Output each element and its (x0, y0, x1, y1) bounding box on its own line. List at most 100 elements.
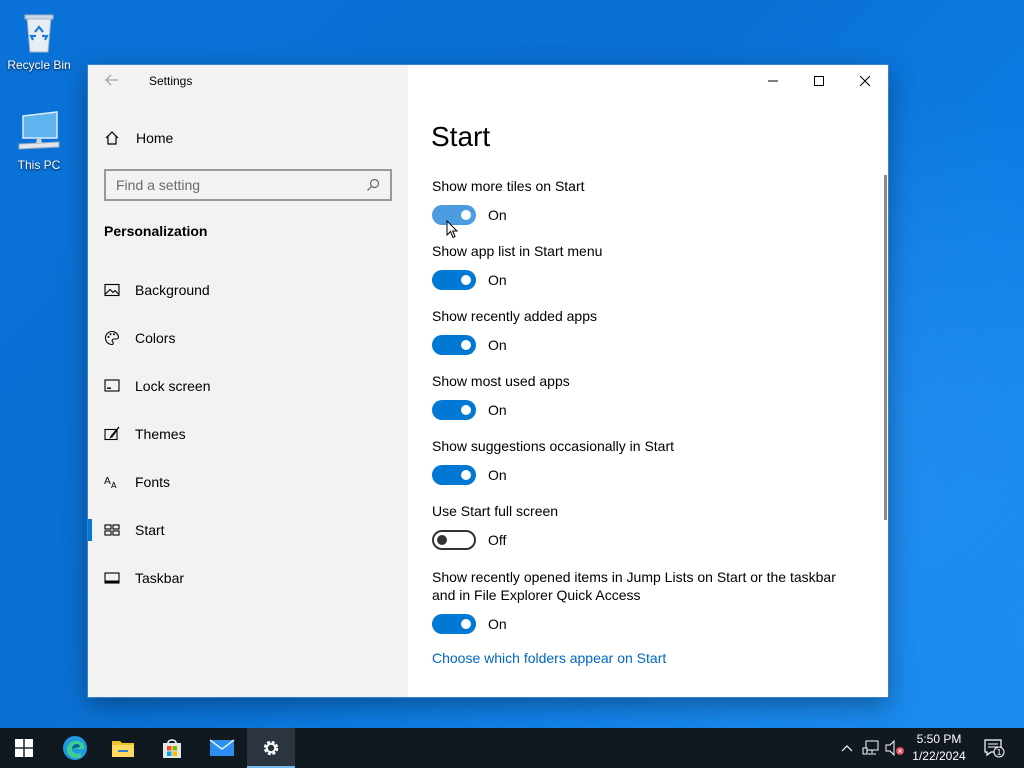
taskbar-clock[interactable]: 5:50 PM 1/22/2024 (906, 731, 972, 765)
setting-show-suggestions: Show suggestions occasionally in Start O… (432, 437, 852, 485)
toggle-switch[interactable] (432, 465, 476, 485)
desktop-icon-this-pc[interactable]: This PC (1, 108, 77, 172)
toggle-knob (461, 275, 471, 285)
section-heading: Personalization (104, 223, 208, 239)
file-explorer-icon (112, 741, 134, 757)
nav-item-lock-screen[interactable]: Lock screen (88, 366, 408, 406)
toggle-switch[interactable] (432, 614, 476, 634)
taskbar-icon (104, 570, 120, 586)
toggle-switch[interactable] (432, 400, 476, 420)
volume-muted-icon (885, 740, 904, 756)
nav-item-label: Colors (135, 330, 176, 346)
app-title: Settings (149, 74, 193, 88)
title-bar[interactable]: Settings (88, 65, 408, 97)
choose-folders-link[interactable]: Choose which folders appear on Start (432, 650, 666, 666)
search-icon (366, 178, 380, 192)
home-icon (104, 130, 120, 146)
svg-text:A: A (104, 476, 111, 487)
nav-item-background[interactable]: Background (88, 270, 408, 310)
network-icon (862, 740, 879, 755)
desktop-icon-label: This PC (17, 158, 61, 172)
settings-gear-icon (263, 740, 279, 756)
action-center-button[interactable]: 1 (978, 728, 1010, 768)
setting-full-screen: Use Start full screen Off (432, 502, 852, 550)
search-input[interactable]: Find a setting (104, 169, 392, 201)
minimize-button[interactable] (750, 65, 796, 97)
picture-icon (104, 282, 120, 298)
nav-item-fonts[interactable]: AA Fonts (88, 462, 408, 502)
toggle-state: On (488, 272, 507, 288)
nav-item-label: Themes (135, 426, 186, 442)
nav-item-themes[interactable]: Themes (88, 414, 408, 454)
toggle-knob (437, 535, 447, 545)
setting-label: Use Start full screen (432, 503, 559, 519)
window-controls (750, 65, 888, 97)
notification-count: 1 (996, 748, 1001, 757)
setting-label: Show app list in Start menu (432, 243, 603, 259)
close-icon (859, 75, 871, 87)
back-arrow-icon[interactable] (104, 72, 122, 90)
setting-label: Show suggestions occasionally in Start (432, 438, 675, 454)
setting-show-most-used: Show most used apps On (432, 372, 852, 420)
store-icon (163, 739, 181, 758)
taskbar: 5:50 PM 1/22/2024 1 (0, 728, 1024, 768)
toggle-knob (461, 470, 471, 480)
mouse-cursor-icon (446, 219, 459, 239)
computer-icon (15, 108, 63, 156)
toggle-knob (461, 340, 471, 350)
settings-nav-pane: Settings Home Find a setting Personaliza… (88, 65, 408, 697)
taskbar-mail[interactable] (198, 728, 246, 768)
desktop-icon-recycle-bin[interactable]: Recycle Bin (1, 8, 77, 72)
toggle-knob (461, 405, 471, 415)
tray-chevron-button[interactable] (838, 728, 856, 768)
network-button[interactable] (860, 728, 882, 768)
maximize-button[interactable] (796, 65, 842, 97)
toggle-state: On (488, 616, 507, 632)
setting-jump-lists: Show recently opened items in Jump Lists… (432, 568, 852, 634)
taskbar-file-explorer[interactable] (99, 728, 147, 768)
palette-icon (104, 330, 120, 346)
setting-show-app-list: Show app list in Start menu On (432, 242, 852, 290)
taskbar-settings[interactable] (247, 728, 295, 768)
nav-item-label: Background (135, 282, 210, 298)
toggle-state: On (488, 207, 507, 223)
setting-show-recently-added: Show recently added apps On (432, 307, 852, 355)
nav-item-label: Fonts (135, 474, 171, 490)
desktop-icon-label: Recycle Bin (7, 58, 71, 72)
font-icon: AA (104, 474, 120, 490)
toggle-knob (461, 619, 471, 629)
start-tiles-icon (104, 522, 120, 538)
volume-button[interactable] (884, 728, 906, 768)
toggle-switch[interactable] (432, 335, 476, 355)
clock-date: 1/22/2024 (912, 749, 966, 763)
nav-item-taskbar[interactable]: Taskbar (88, 558, 408, 598)
start-button[interactable] (0, 728, 48, 768)
recycle-bin-icon (15, 8, 63, 56)
nav-item-colors[interactable]: Colors (88, 318, 408, 358)
page-title: Start (431, 121, 491, 152)
setting-label: Show more tiles on Start (432, 178, 585, 194)
setting-show-more-tiles: Show more tiles on Start On (432, 177, 852, 225)
setting-label: Show recently opened items in Jump Lists… (432, 569, 836, 603)
toggle-state: On (488, 467, 507, 483)
nav-item-label: Lock screen (135, 378, 211, 394)
taskbar-edge[interactable] (51, 728, 99, 768)
toggle-switch[interactable] (432, 270, 476, 290)
scrollbar[interactable] (884, 175, 887, 520)
minimize-icon (768, 80, 778, 82)
settings-window: Settings Home Find a setting Personaliza… (88, 65, 888, 697)
nav-item-label: Start (135, 522, 165, 538)
clock-time: 5:50 PM (916, 732, 962, 746)
toggle-state: On (488, 337, 507, 353)
home-nav-item[interactable]: Home (104, 127, 173, 149)
lock-screen-icon (104, 378, 120, 394)
toggle-state: On (488, 402, 507, 418)
close-button[interactable] (842, 65, 888, 97)
toggle-switch[interactable] (432, 530, 476, 550)
taskbar-store[interactable] (148, 728, 196, 768)
nav-item-start[interactable]: Start (88, 510, 408, 550)
mail-icon (209, 739, 235, 756)
toggle-knob (461, 210, 471, 220)
search-placeholder: Find a setting (116, 177, 201, 193)
nav-item-label: Taskbar (135, 570, 185, 586)
